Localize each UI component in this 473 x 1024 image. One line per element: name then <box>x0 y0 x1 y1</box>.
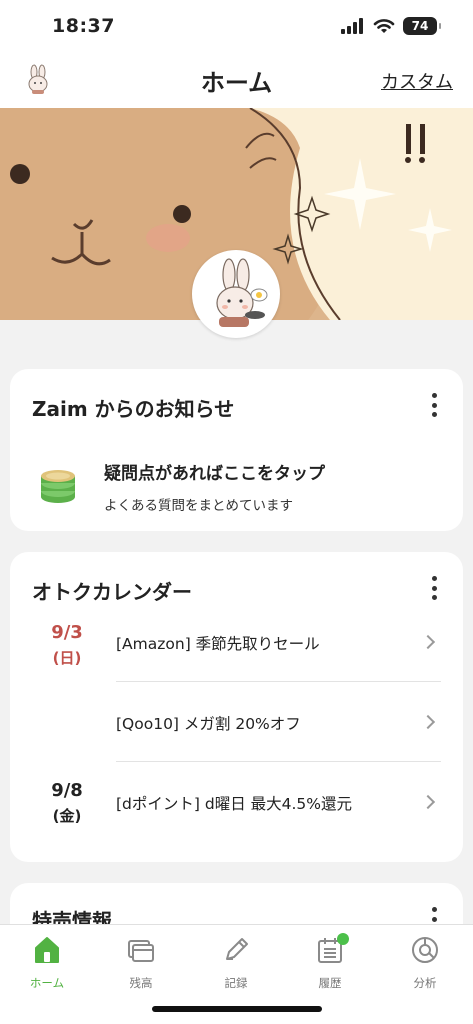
wallet-icon <box>128 940 154 962</box>
page-title: ホーム <box>200 68 273 97</box>
tab-record[interactable]: 記録 <box>189 935 283 991</box>
battery-icon: 74 <box>403 17 441 35</box>
rabbit-character-icon <box>195 253 277 335</box>
tab-balance[interactable]: 残高 <box>94 935 188 991</box>
nav-bar: ホーム カスタム <box>0 52 473 108</box>
tab-home-label: ホーム <box>29 976 65 990</box>
pie-chart-icon <box>412 937 438 963</box>
calendar-date-day: 9/3 <box>51 622 83 643</box>
custom-link[interactable]: カスタム <box>381 68 453 94</box>
chevron-right-icon <box>420 634 436 650</box>
calendar-more-icon[interactable] <box>429 576 439 600</box>
tab-home[interactable]: ホーム <box>0 935 94 991</box>
tab-balance-label: 残高 <box>129 976 153 990</box>
chevron-right-icon <box>420 794 436 810</box>
otoku-calendar-card: オトクカレンダー 9/3 (日) [Amazon] 季節先取りセール [Qoo1… <box>10 552 463 862</box>
chevron-right-icon <box>420 714 436 730</box>
calendar-date-weekday: (日) <box>52 649 82 667</box>
notice-main-text: 疑問点があればここをタップ <box>104 464 325 484</box>
calendar-row[interactable]: 9/8 (金) [dポイント] d曜日 最大4.5%還元 <box>10 762 463 842</box>
home-icon <box>35 937 59 963</box>
battery-level: 74 <box>411 19 429 33</box>
history-notification-badge <box>337 933 349 945</box>
calendar-item-label: [Qoo10] メガ割 20%オフ <box>116 715 301 733</box>
calendar-item-label: [dポイント] d曜日 最大4.5%還元 <box>116 795 353 813</box>
tab-history[interactable]: 履歴 <box>283 933 377 991</box>
status-icons: 74 <box>341 17 441 35</box>
calendar-card-title: オトクカレンダー <box>32 580 192 604</box>
rabbit-avatar-icon <box>22 64 54 96</box>
tab-history-label: 履歴 <box>318 976 342 990</box>
calendar-date: 9/8 (金) <box>32 780 102 826</box>
tab-record-label: 記録 <box>224 976 248 990</box>
status-bar: 18:37 74 <box>0 0 473 52</box>
calendar-row[interactable]: 9/3 (日) [Amazon] 季節先取りセール <box>10 612 463 692</box>
pencil-icon <box>226 938 248 960</box>
home-indicator[interactable] <box>152 1006 322 1012</box>
status-time: 18:37 <box>52 15 115 37</box>
faq-notice-item[interactable]: 疑問点があればここをタップ よくある質問をまとめています <box>38 459 325 514</box>
coin-stack-icon <box>41 469 75 503</box>
notice-more-icon[interactable] <box>429 393 439 417</box>
tab-analysis-label: 分析 <box>413 976 437 990</box>
tab-analysis[interactable]: 分析 <box>378 935 472 991</box>
notice-card: Zaim からのお知らせ 疑問点があればここをタップ よくある質問をまとめていま… <box>10 369 463 531</box>
calendar-item-label: [Amazon] 季節先取りセール <box>116 635 320 653</box>
notice-card-title: Zaim からのお知らせ <box>32 397 235 421</box>
calendar-date-day: 9/8 <box>51 780 83 801</box>
calendar-date: 9/3 (日) <box>32 622 102 668</box>
calendar-row[interactable]: [Qoo10] メガ割 20%オフ <box>10 682 463 762</box>
calendar-date-weekday: (金) <box>52 807 82 825</box>
user-avatar[interactable] <box>22 64 54 96</box>
signal-icon <box>341 18 363 34</box>
profile-avatar[interactable] <box>192 250 280 338</box>
notice-sub-text: よくある質問をまとめています <box>104 498 293 514</box>
wifi-icon <box>373 19 395 33</box>
